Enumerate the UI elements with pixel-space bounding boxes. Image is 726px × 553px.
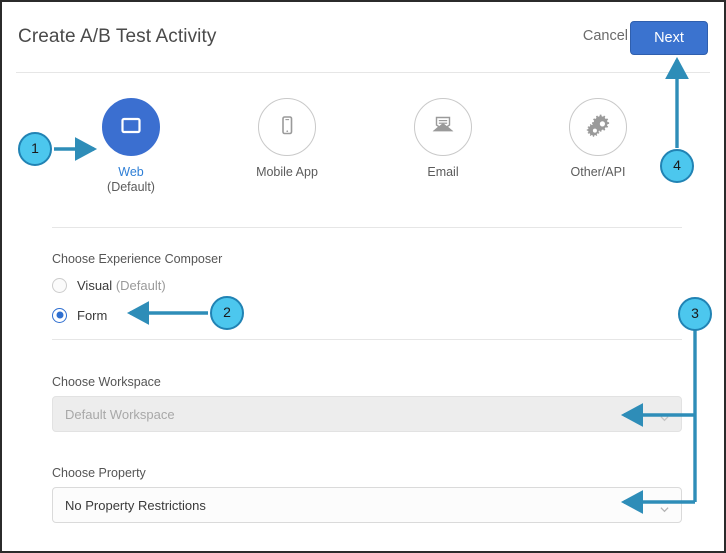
section-divider-2 [52,339,682,340]
radio-option-form[interactable]: Form [52,304,107,326]
ab-test-activity-dialog: Create A/B Test Activity Cancel Next Web… [0,0,726,553]
channel-type-selector: Web (Default) Mobile App Email Other/API [2,98,724,210]
monitor-icon [117,111,145,144]
radio-icon-form[interactable] [52,307,67,323]
workspace-dropdown-value: Default Workspace [65,406,175,422]
channel-option-mobile-app[interactable]: Mobile App [222,98,352,180]
channel-sublabel-web: (Default) [107,180,155,194]
dialog-header: Create A/B Test Activity Cancel Next [2,2,724,72]
property-dropdown-value: No Property Restrictions [65,497,206,513]
header-divider [16,72,710,73]
annotation-badge-3: 3 [678,297,712,331]
chevron-down-icon [660,410,669,422]
chevron-down-icon [660,501,669,513]
channel-option-email[interactable]: Email [378,98,508,180]
channel-icon-circle-web [102,98,160,156]
next-button[interactable]: Next [630,21,708,55]
channel-label-email: Email [427,165,459,179]
channel-option-other-api[interactable]: Other/API [533,98,663,180]
channel-icon-circle-mobile [258,98,316,156]
section-divider-1 [52,227,682,228]
channel-label-mobile-app: Mobile App [256,165,318,179]
annotation-badge-2: 2 [210,296,244,330]
channel-label-other-api: Other/API [570,165,626,179]
choose-workspace-label: Choose Workspace [52,375,161,389]
radio-icon-visual[interactable] [52,277,67,293]
channel-label-web: Web [118,165,144,179]
property-dropdown[interactable]: No Property Restrictions [52,487,682,523]
page-title: Create A/B Test Activity [18,26,217,47]
radio-option-visual[interactable]: Visual (Default) [52,274,166,296]
choose-property-label: Choose Property [52,466,146,480]
channel-icon-circle-email [414,98,472,156]
radio-label-form: Form [77,307,108,323]
gears-icon [583,110,613,145]
radio-label-visual: Visual (Default) [77,277,166,293]
channel-option-web[interactable]: Web (Default) [66,98,196,195]
cancel-button[interactable]: Cancel [583,28,628,44]
experience-composer-label: Choose Experience Composer [52,252,223,266]
envelope-icon [428,110,458,145]
phone-icon [273,111,301,144]
channel-icon-circle-other [569,98,627,156]
workspace-dropdown[interactable]: Default Workspace [52,396,682,432]
